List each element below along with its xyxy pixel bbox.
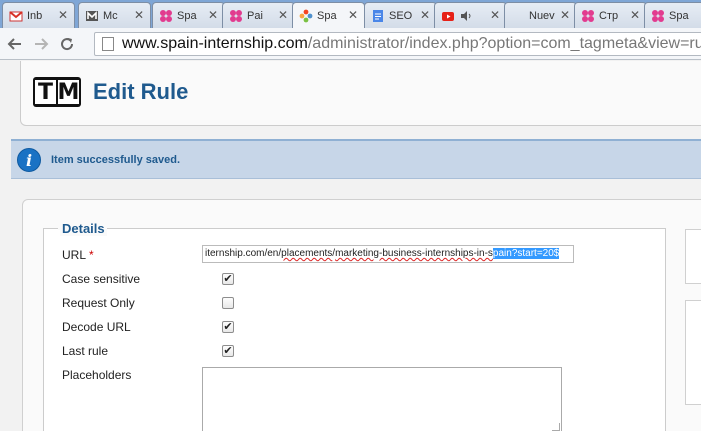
case-sensitive-label: Case sensitive <box>62 272 141 286</box>
flower-icon <box>651 9 665 23</box>
address-bar[interactable]: www.spain-internship.com/administrator/i… <box>94 32 701 56</box>
url-host: www.spain-internship.com <box>122 35 308 52</box>
page-header: T M Edit Rule <box>20 61 701 126</box>
details-legend: Details <box>60 221 107 236</box>
url-label: URL <box>62 248 87 262</box>
logo-letter-m: M <box>57 79 80 105</box>
flower-icon <box>229 9 243 23</box>
tab-title: Spa <box>669 9 689 22</box>
flower-icon <box>581 9 595 23</box>
url-field[interactable]: iternship.com/en/placements/marketing-bu… <box>202 245 574 263</box>
alert-text: Item successfully saved. <box>51 154 181 166</box>
url-value-selection: pain?start=20$ <box>492 248 560 259</box>
required-mark: * <box>89 248 94 262</box>
close-icon[interactable]: ✕ <box>630 8 640 22</box>
browser-toolbar: www.spain-internship.com/administrator/i… <box>0 28 701 60</box>
tab-str[interactable]: Стр ✕ <box>574 2 647 28</box>
side-panel-top <box>685 229 701 284</box>
check-icon: ✔ <box>223 321 233 333</box>
close-icon[interactable]: ✕ <box>208 8 218 22</box>
doc-icon <box>371 9 385 23</box>
close-icon[interactable]: ✕ <box>420 8 430 22</box>
url-path: /administrator/index.php?option=com_tagm… <box>307 35 701 52</box>
page-icon <box>102 37 114 51</box>
close-icon[interactable]: ✕ <box>278 8 288 22</box>
success-message: i Item successfully saved. <box>11 139 701 179</box>
speaker-icon <box>459 9 473 23</box>
last-rule-label: Last rule <box>62 344 109 358</box>
tab-nueva[interactable]: Nuev ✕ <box>504 2 577 28</box>
tab-spa-last[interactable]: Spa <box>644 2 701 28</box>
tab-mc[interactable]: Mc ✕ <box>78 2 151 28</box>
tab-pai[interactable]: Pai ✕ <box>222 2 295 28</box>
request-only-checkbox[interactable] <box>222 297 234 309</box>
url-value-part: placements <box>281 248 333 259</box>
decode-url-checkbox[interactable]: ✔ <box>222 321 234 333</box>
placeholders-textarea[interactable] <box>202 367 562 431</box>
tab-strip: Inb ✕ Mc ✕ Spa ✕ Pai ✕ Spa ✕ SEO ✕ ✕ Nue… <box>0 0 701 28</box>
blank-icon <box>511 9 525 23</box>
close-icon[interactable]: ✕ <box>58 8 68 22</box>
case-sensitive-checkbox[interactable]: ✔ <box>222 273 234 285</box>
reload-icon[interactable] <box>56 33 78 55</box>
tab-inbox[interactable]: Inb ✕ <box>2 2 75 28</box>
close-icon[interactable]: ✕ <box>490 8 500 22</box>
tagmeta-logo: T M <box>33 77 81 107</box>
url-value-part: marketing-business-internships-in-s <box>335 248 493 259</box>
gmail-m-icon <box>85 9 99 23</box>
url-text: www.spain-internship.com/administrator/i… <box>122 35 701 53</box>
tab-spa-1[interactable]: Spa ✕ <box>152 2 225 28</box>
check-icon: ✔ <box>223 273 233 285</box>
url-value-part: iternship.com/en/ <box>205 248 282 259</box>
page-title: Edit Rule <box>93 79 189 104</box>
side-panel-bottom <box>685 300 701 405</box>
url-label-row: URL * <box>62 248 94 262</box>
tab-youtube[interactable]: ✕ <box>434 2 507 28</box>
close-icon[interactable]: ✕ <box>348 8 358 22</box>
edit-form: Details URL * iternship.com/en/placements… <box>22 199 701 431</box>
request-only-label: Request Only <box>62 296 135 310</box>
forward-arrow-icon[interactable] <box>30 33 52 55</box>
tab-spa-active[interactable]: Spa ✕ <box>292 2 365 28</box>
placeholders-label: Placeholders <box>62 368 132 382</box>
logo-letter-t: T <box>35 80 56 105</box>
check-icon: ✔ <box>223 345 233 357</box>
back-arrow-icon[interactable] <box>4 33 26 55</box>
youtube-icon <box>441 9 455 23</box>
flower-icon <box>159 9 173 23</box>
gmail-icon <box>9 9 23 23</box>
tab-seo[interactable]: SEO ✕ <box>364 2 437 28</box>
joomla-icon <box>299 9 313 23</box>
info-icon: i <box>17 148 41 172</box>
page-content: T M Edit Rule i Item successfully saved.… <box>0 61 701 431</box>
close-icon[interactable]: ✕ <box>560 8 570 22</box>
close-icon[interactable]: ✕ <box>134 8 144 22</box>
details-fieldset: Details URL * iternship.com/en/placements… <box>43 221 666 431</box>
decode-url-label: Decode URL <box>62 320 131 334</box>
last-rule-checkbox[interactable]: ✔ <box>222 345 234 357</box>
resize-handle-icon[interactable] <box>552 423 560 431</box>
